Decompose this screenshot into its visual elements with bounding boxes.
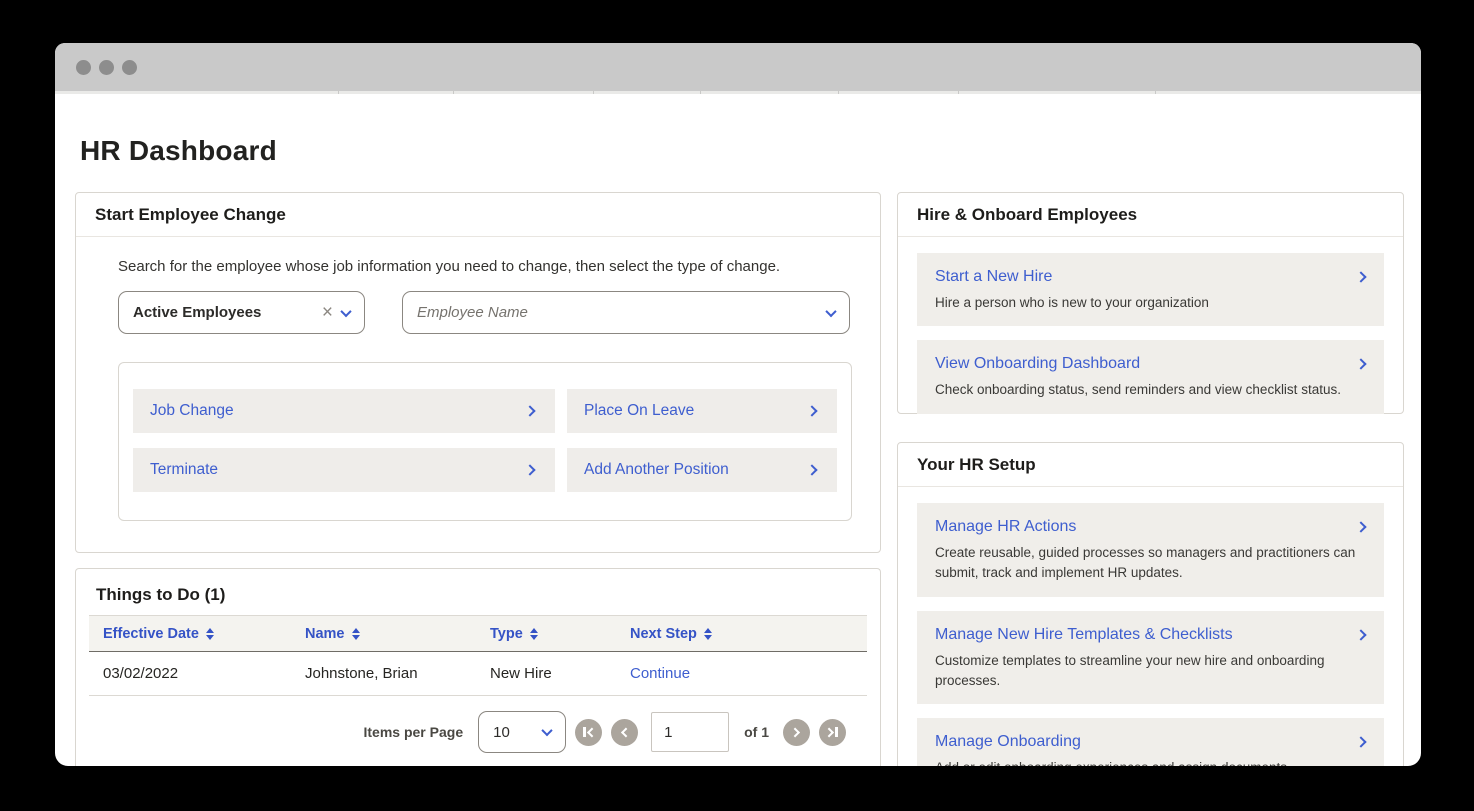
window-titlebar bbox=[55, 43, 1421, 91]
chevron-down-icon bbox=[825, 305, 836, 316]
manage-templates-checklists-description: Customize templates to streamline your n… bbox=[935, 651, 1365, 692]
start-new-hire-description: Hire a person who is new to your organiz… bbox=[935, 293, 1365, 313]
terminate-button[interactable]: Terminate bbox=[133, 448, 555, 492]
page-title: HR Dashboard bbox=[80, 135, 277, 167]
chevron-down-icon bbox=[541, 725, 552, 736]
table-row: 03/02/2022 Johnstone, Brian New Hire Con… bbox=[89, 652, 867, 696]
chevron-right-icon bbox=[1355, 736, 1366, 747]
manage-hr-actions-card[interactable]: Manage HR Actions Create reusable, guide… bbox=[917, 503, 1384, 597]
chevron-down-icon bbox=[340, 305, 351, 316]
hr-setup-panel: Your HR Setup Manage HR Actions Create r… bbox=[897, 442, 1404, 766]
manage-templates-checklists-link[interactable]: Manage New Hire Templates & Checklists bbox=[935, 626, 1233, 644]
page-count-label: of 1 bbox=[744, 724, 769, 740]
job-change-button[interactable]: Job Change bbox=[133, 389, 555, 433]
chevron-left-icon bbox=[621, 727, 631, 737]
start-new-hire-link[interactable]: Start a New Hire bbox=[935, 268, 1052, 286]
browser-window: HR Dashboard Start Employee Change Searc… bbox=[55, 43, 1421, 766]
change-type-group: Job Change Place On Leave Terminate Add … bbox=[118, 362, 852, 521]
items-per-page-value: 10 bbox=[493, 724, 510, 741]
employee-name-combobox[interactable] bbox=[402, 291, 850, 334]
sort-icon bbox=[206, 628, 214, 640]
chevron-right-icon bbox=[806, 405, 817, 416]
view-onboarding-dashboard-link[interactable]: View Onboarding Dashboard bbox=[935, 355, 1140, 373]
items-per-page-select[interactable]: 10 bbox=[478, 711, 566, 753]
window-dot-icon[interactable] bbox=[122, 60, 137, 75]
chevron-right-icon bbox=[524, 405, 535, 416]
job-change-label: Job Change bbox=[150, 402, 234, 420]
column-header-next-step[interactable]: Next Step bbox=[630, 626, 867, 642]
things-to-do-panel: Things to Do (1) Effective Date Name Typ… bbox=[75, 568, 881, 766]
items-per-page-label: Items per Page bbox=[364, 724, 464, 740]
things-to-do-table: Effective Date Name Type Next Step 03/02… bbox=[89, 615, 867, 696]
page-number-input[interactable] bbox=[651, 712, 729, 752]
manage-hr-actions-link[interactable]: Manage HR Actions bbox=[935, 518, 1076, 536]
manage-templates-checklists-card[interactable]: Manage New Hire Templates & Checklists C… bbox=[917, 611, 1384, 705]
column-header-name[interactable]: Name bbox=[305, 626, 490, 642]
chevron-right-icon bbox=[1355, 629, 1366, 640]
add-another-position-label: Add Another Position bbox=[584, 461, 729, 479]
last-page-button[interactable] bbox=[819, 719, 846, 746]
next-page-button[interactable] bbox=[783, 719, 810, 746]
column-header-effective-date[interactable]: Effective Date bbox=[103, 626, 305, 642]
sort-icon bbox=[530, 628, 538, 640]
chevron-right-icon bbox=[790, 727, 800, 737]
place-on-leave-button[interactable]: Place On Leave bbox=[567, 389, 837, 433]
manage-onboarding-description: Add or edit onboarding experiences and a… bbox=[935, 758, 1365, 766]
hire-onboard-title: Hire & Onboard Employees bbox=[898, 193, 1403, 237]
employee-change-instruction: Search for the employee whose job inform… bbox=[118, 258, 850, 275]
cell-effective-date: 03/02/2022 bbox=[103, 665, 305, 682]
chevron-right-icon bbox=[524, 464, 535, 475]
cropped-toolbar-strip bbox=[55, 91, 1421, 94]
employee-filter-select[interactable]: Active Employees × bbox=[118, 291, 365, 334]
window-dot-icon[interactable] bbox=[76, 60, 91, 75]
first-page-button[interactable] bbox=[575, 719, 602, 746]
things-to-do-title: Things to Do (1) bbox=[76, 569, 880, 615]
sort-icon bbox=[352, 628, 360, 640]
first-page-icon bbox=[583, 727, 585, 737]
add-another-position-button[interactable]: Add Another Position bbox=[567, 448, 837, 492]
cell-type: New Hire bbox=[490, 665, 630, 682]
chevron-right-icon bbox=[1355, 271, 1366, 282]
manage-onboarding-link[interactable]: Manage Onboarding bbox=[935, 733, 1081, 751]
employee-filter-value: Active Employees bbox=[133, 304, 261, 321]
hr-setup-title: Your HR Setup bbox=[898, 443, 1403, 487]
view-onboarding-dashboard-card[interactable]: View Onboarding Dashboard Check onboardi… bbox=[917, 340, 1384, 413]
cell-name: Johnstone, Brian bbox=[305, 665, 490, 682]
sort-icon bbox=[704, 628, 712, 640]
manage-onboarding-card[interactable]: Manage Onboarding Add or edit onboarding… bbox=[917, 718, 1384, 766]
window-dot-icon[interactable] bbox=[99, 60, 114, 75]
place-on-leave-label: Place On Leave bbox=[584, 402, 694, 420]
start-employee-change-panel: Start Employee Change Search for the emp… bbox=[75, 192, 881, 553]
previous-page-button[interactable] bbox=[611, 719, 638, 746]
clear-filter-icon[interactable]: × bbox=[322, 303, 333, 322]
manage-hr-actions-description: Create reusable, guided processes so man… bbox=[935, 543, 1365, 584]
last-page-icon bbox=[824, 727, 834, 737]
employee-name-input[interactable] bbox=[417, 304, 827, 321]
chevron-right-icon bbox=[806, 464, 817, 475]
terminate-label: Terminate bbox=[150, 461, 218, 479]
table-header-row: Effective Date Name Type Next Step bbox=[89, 615, 867, 652]
continue-link[interactable]: Continue bbox=[630, 665, 867, 682]
start-employee-change-title: Start Employee Change bbox=[76, 193, 880, 237]
chevron-right-icon bbox=[1355, 521, 1366, 532]
hire-onboard-panel: Hire & Onboard Employees Start a New Hir… bbox=[897, 192, 1404, 414]
view-onboarding-dashboard-description: Check onboarding status, send reminders … bbox=[935, 380, 1365, 400]
start-new-hire-card[interactable]: Start a New Hire Hire a person who is ne… bbox=[917, 253, 1384, 326]
column-header-type[interactable]: Type bbox=[490, 626, 630, 642]
chevron-right-icon bbox=[1355, 359, 1366, 370]
pagination-bar: Items per Page 10 of 1 bbox=[76, 696, 880, 753]
